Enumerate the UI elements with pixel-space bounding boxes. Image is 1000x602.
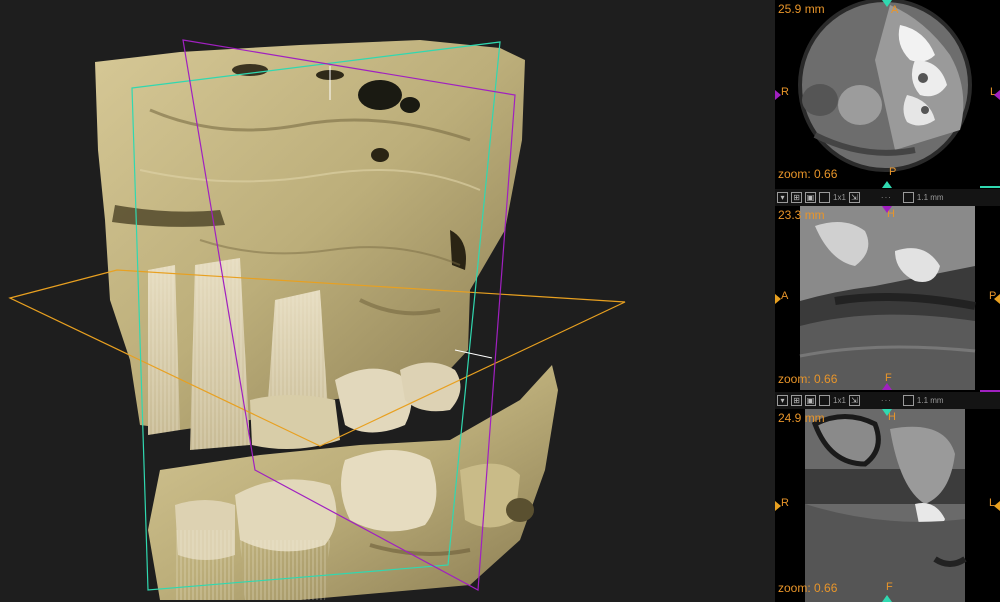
axial-line-marker[interactable] [882,409,892,416]
orientation-label-left: R [781,86,789,98]
slice-distance: 23.3 mm [778,208,825,222]
copy-icon[interactable] [902,395,914,406]
view-toolbar: ▾ ⊞ ▣ 1x1 ⇲ ··· 1.1 mm [775,392,1000,409]
sagittal-line-marker[interactable] [775,90,781,100]
screenshot-icon[interactable]: ▣ [805,395,816,406]
view-toolbar: ▾ ⊞ ▣ 1x1 ⇲ ··· 1.1 mm [775,189,1000,206]
layout-label[interactable]: 1x1 [833,193,846,202]
fit-icon[interactable]: ⊞ [791,395,802,406]
more-icon[interactable]: ··· [881,396,892,405]
scale-label: 1.1 mm [916,193,944,202]
axial-plane-marker[interactable] [994,294,1000,304]
coronal-view[interactable]: 24.9 mm H F R L zoom: 0.66 [775,409,1000,602]
save-icon[interactable]: ▾ [777,192,788,203]
coronal-slice-image [805,409,967,602]
coronal-line-marker[interactable] [882,0,892,7]
axial-line-marker[interactable] [882,595,892,602]
more-icon[interactable]: ··· [881,193,892,202]
screenshot-icon[interactable]: ▣ [805,192,816,203]
copy-icon[interactable] [902,192,914,203]
axial-plane-marker[interactable] [775,294,781,304]
orientation-label-top: A [891,4,899,16]
export-icon[interactable]: ⇲ [848,192,860,203]
zoom-readout: zoom: 0.66 [778,167,838,181]
axial-line-marker[interactable] [882,383,892,390]
scale-label: 1.1 mm [916,396,944,405]
orientation-label-bottom: P [889,166,897,178]
slice-distance: 24.9 mm [778,411,825,425]
orientation-label-left: A [781,290,789,302]
sagittal-slice-image [799,206,976,390]
plane-indicator-line [980,390,1000,392]
zoom-readout: zoom: 0.66 [778,372,838,386]
layout-label[interactable]: 1x1 [833,396,846,405]
zoom-readout: zoom: 0.66 [778,581,838,595]
axial-plane-marker[interactable] [994,501,1000,511]
layout-icon[interactable] [819,192,830,203]
coronal-line-marker[interactable] [882,181,892,188]
axial-line-marker[interactable] [882,206,892,213]
layout-icon[interactable] [819,395,830,406]
mpr-panel: 25.9 mm A P R L zoom: 0.66 ▾ ⊞ ▣ 1x1 ⇲ ·… [775,0,1000,602]
fit-icon[interactable]: ⊞ [791,192,802,203]
volume-render-viewport[interactable] [0,0,775,602]
axial-plane-marker[interactable] [775,501,781,511]
save-icon[interactable]: ▾ [777,395,788,406]
axial-slice-image [798,0,972,172]
axial-view[interactable]: 25.9 mm A P R L zoom: 0.66 [775,0,1000,189]
plane-indicator-line [980,186,1000,188]
orientation-label-left: R [781,497,789,509]
sagittal-view[interactable]: 23.3 mm H F A P zoom: 0.66 [775,206,1000,390]
export-icon[interactable]: ⇲ [848,395,860,406]
volume-render-canvas[interactable] [0,0,775,602]
sagittal-line-marker[interactable] [994,90,1000,100]
orientation-label-bottom: F [886,581,893,593]
slice-distance: 25.9 mm [778,2,825,16]
